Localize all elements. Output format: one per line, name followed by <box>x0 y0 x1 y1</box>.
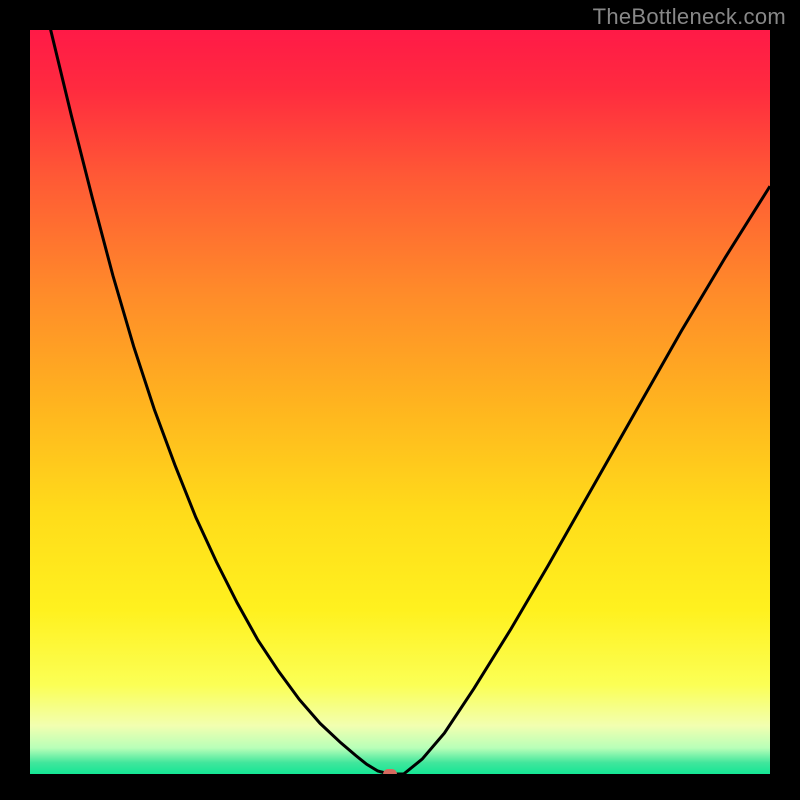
minimum-marker <box>383 769 397 774</box>
gradient-background <box>30 30 770 774</box>
chart-stage: TheBottleneck.com <box>0 0 800 800</box>
plot-area <box>30 30 770 774</box>
chart-svg <box>30 30 770 774</box>
watermark-label: TheBottleneck.com <box>593 4 786 30</box>
